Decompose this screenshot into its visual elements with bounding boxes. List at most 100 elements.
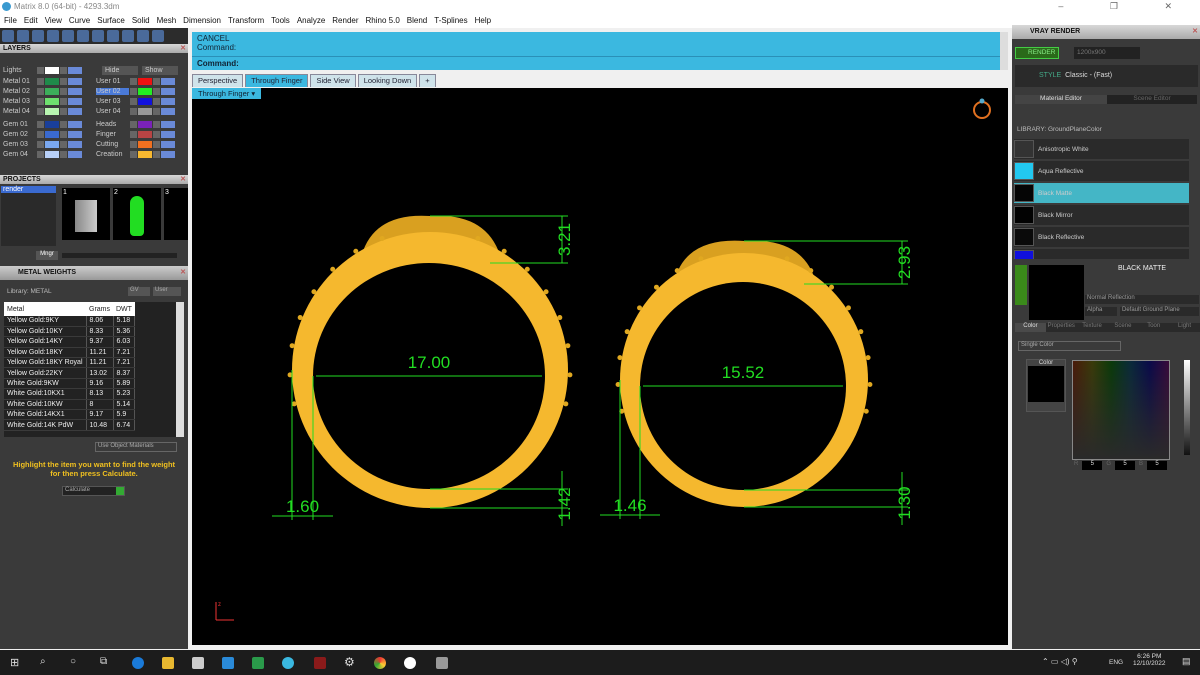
layer-name[interactable]: Creation [96,151,129,158]
layer-row[interactable]: User 01 [96,77,175,86]
layer-name[interactable]: User 03 [96,98,129,105]
expand-icon[interactable] [130,78,137,85]
ground-plane-dropdown[interactable]: Default Ground Plane [1120,307,1199,316]
table-row[interactable]: White Gold:10KX1 8.13 5.23 [4,388,136,400]
toolbar-button[interactable] [122,30,134,42]
layer-color-swatch[interactable] [138,151,152,158]
layer-row[interactable]: User 02 [96,87,175,96]
material-item[interactable] [1014,249,1189,259]
layer-color-swatch[interactable] [45,151,59,158]
matrix-app-icon[interactable] [436,657,448,669]
layer-name[interactable]: Finger [96,131,129,138]
layer-color-swatch[interactable] [138,121,152,128]
column-header[interactable]: Metal [4,302,86,316]
menu-rhino-5-0[interactable]: Rhino 5.0 [366,13,400,28]
style-dropdown[interactable]: STYLE Classic - (Fast) [1015,65,1198,87]
brightness-slider[interactable] [1184,360,1190,455]
show-button[interactable]: Show [142,66,178,75]
command-area[interactable]: CANCEL Command: Command: [192,32,1008,70]
visibility-toggle[interactable] [161,131,175,138]
visibility-toggle[interactable] [161,108,175,115]
visibility-toggle[interactable] [68,151,82,158]
lock-icon[interactable] [153,88,160,95]
layer-name[interactable]: User 04 [96,108,129,115]
layer-color-swatch[interactable] [45,131,59,138]
lock-icon[interactable] [153,141,160,148]
zalo-icon[interactable] [404,657,416,669]
expand-icon[interactable] [37,121,44,128]
lock-icon[interactable] [153,131,160,138]
color-picker[interactable] [1072,360,1170,460]
layer-color-swatch[interactable] [138,108,152,115]
layer-row[interactable]: Metal 01 [3,77,82,86]
store-icon[interactable] [192,657,204,669]
subtab-scene[interactable]: Scene [1107,323,1139,332]
layer-name[interactable]: Gem 01 [3,121,36,128]
tab-material-editor[interactable]: Material Editor [1015,95,1107,104]
layer-color-swatch[interactable] [138,98,152,105]
layer-color-swatch[interactable] [138,88,152,95]
subtab-texture[interactable]: Texture [1076,323,1108,332]
table-row[interactable]: Yellow Gold:18KY 11.21 7.21 [4,347,136,359]
layer-row[interactable]: Gem 03 [3,140,82,149]
expand-icon[interactable] [37,78,44,85]
render-button[interactable]: RENDER [1015,47,1059,59]
visibility-toggle[interactable] [68,131,82,138]
expand-icon[interactable] [37,67,44,74]
project-item[interactable]: render [1,186,56,193]
lock-icon[interactable] [60,88,67,95]
app-icon[interactable] [282,657,294,669]
lock-icon[interactable] [153,108,160,115]
layer-name[interactable]: Gem 04 [3,151,36,158]
toolbar-button[interactable] [152,30,164,42]
clock[interactable]: 6:26 PM 12/10/2022 [1133,653,1166,667]
visibility-toggle[interactable] [161,121,175,128]
toolbar-button[interactable] [62,30,74,42]
visibility-toggle[interactable] [68,88,82,95]
viewport[interactable]: Through Finger ▾ 17.00 3.21 1.42 1.60 15.52… [192,88,1008,645]
task-view-icon[interactable]: ⧉ [100,656,107,667]
mail-icon[interactable] [222,657,234,669]
table-row[interactable]: White Gold:9KW 9.16 5.89 [4,378,136,390]
layer-name[interactable]: Gem 02 [3,131,36,138]
tab-side-view[interactable]: Side View [310,74,356,87]
material-item[interactable]: Black Matte [1014,183,1189,203]
layer-row[interactable]: Creation [96,150,175,159]
lock-icon[interactable] [60,121,67,128]
language-indicator[interactable]: ENG [1109,659,1123,666]
start-icon[interactable]: ⊞ [10,656,19,669]
table-row[interactable]: Yellow Gold:18KY Royal 11.21 7.21 [4,357,136,369]
layer-row[interactable]: Gem 01 [3,120,82,129]
project-thumb-3[interactable]: 3 [164,188,188,240]
file-explorer-icon[interactable] [162,657,174,669]
preview-toggle[interactable] [1015,265,1027,305]
expand-icon[interactable] [130,108,137,115]
visibility-toggle[interactable] [68,67,82,74]
resolution-dropdown[interactable]: 1200x900 [1074,47,1140,59]
lock-icon[interactable] [60,141,67,148]
project-thumb-2[interactable]: 2 [113,188,161,240]
expand-icon[interactable] [130,131,137,138]
layer-color-swatch[interactable] [45,141,59,148]
menu-solid[interactable]: Solid [132,13,150,28]
layer-color-swatch[interactable] [138,78,152,85]
menu-file[interactable]: File [4,13,17,28]
visibility-toggle[interactable] [161,88,175,95]
window-controls[interactable]: – ❐ ✕ [1058,0,1194,13]
layer-name[interactable]: Metal 02 [3,88,36,95]
notification-icon[interactable]: ▤ [1182,656,1191,667]
table-row[interactable]: Yellow Gold:10KY 8.33 5.36 [4,326,136,338]
expand-icon[interactable] [37,151,44,158]
tab-looking-down[interactable]: Looking Down [357,74,418,87]
command-prompt[interactable]: Command: [192,56,1008,71]
menu-mesh[interactable]: Mesh [157,13,177,28]
material-item[interactable]: Black Mirror [1014,205,1189,225]
menu-analyze[interactable]: Analyze [297,13,325,28]
projects-scrollbar[interactable] [62,253,177,258]
menu-render[interactable]: Render [332,13,358,28]
visibility-toggle[interactable] [161,151,175,158]
toolbar-button[interactable] [92,30,104,42]
tab-through-finger[interactable]: Through Finger [245,74,309,87]
lock-icon[interactable] [60,98,67,105]
b-field[interactable]: 5 [1147,461,1168,470]
